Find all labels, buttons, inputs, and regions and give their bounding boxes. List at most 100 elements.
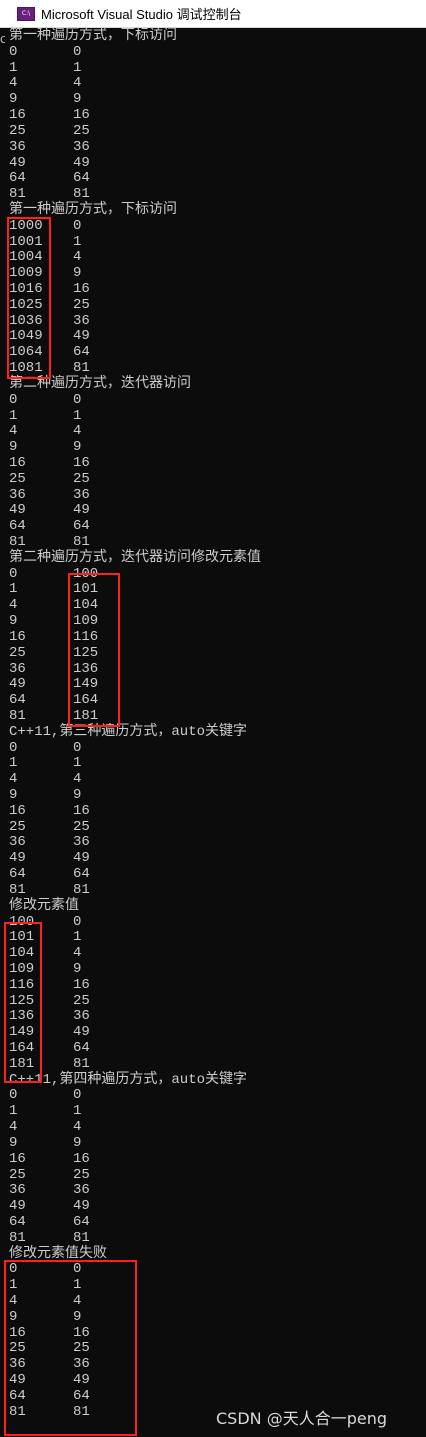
- value-col-2: 25: [73, 122, 90, 139]
- highlight-box: [7, 217, 51, 379]
- value-col-1: 1: [9, 1103, 18, 1120]
- output-row: 25 25: [9, 818, 419, 836]
- value-col-1: 0: [9, 43, 18, 60]
- value-col-1: 49: [9, 850, 26, 867]
- value-col-2: 36: [73, 1182, 90, 1199]
- output-row: 11: [9, 1103, 419, 1120]
- value-col-2: 25: [73, 818, 90, 835]
- output-row: 81 81: [9, 882, 419, 899]
- output-row: 11: [9, 756, 419, 772]
- output-row: 00: [9, 1088, 419, 1104]
- output-row: 11: [9, 408, 419, 425]
- title-bar[interactable]: C:\ Microsoft Visual Studio 调试控制台: [0, 0, 426, 28]
- value-col-1: 16: [9, 107, 26, 124]
- highlight-box: [4, 922, 42, 1083]
- cursor-icon: C: [0, 36, 5, 46]
- value-col-1: 4: [9, 597, 18, 614]
- output-row: 49 49: [9, 1198, 419, 1215]
- output-row: 44: [9, 771, 419, 788]
- section-header: 第二种遍历方式，迭代器访问: [9, 375, 191, 392]
- section-header: 第二种遍历方式，迭代器访问修改元素值: [9, 549, 261, 566]
- value-col-1: 64: [9, 518, 26, 535]
- output-row: 64 64: [9, 866, 419, 883]
- output-row: 44: [9, 76, 419, 92]
- value-col-2: 16: [73, 454, 90, 471]
- output-row: 116 16: [9, 976, 419, 994]
- output-row: 64 64: [9, 170, 419, 187]
- value-col-1: 36: [9, 660, 26, 677]
- value-col-2: 1: [73, 233, 82, 250]
- output-row: 00: [9, 391, 419, 409]
- value-col-2: 49: [73, 328, 90, 345]
- value-col-2: 9: [73, 960, 82, 977]
- output-row: 1049 49: [9, 329, 419, 345]
- value-col-1: 49: [9, 502, 26, 519]
- value-col-2: 0: [73, 43, 82, 60]
- value-col-1: 36: [9, 138, 26, 155]
- output-row: 49 49: [9, 503, 419, 519]
- value-col-2: 4: [73, 423, 82, 440]
- window-title: Microsoft Visual Studio 调试控制台: [41, 7, 242, 22]
- value-col-2: 4: [73, 249, 82, 266]
- output-row: 36 36: [9, 486, 419, 504]
- csdn-watermark: CSDN @天人合一peng: [216, 1409, 388, 1428]
- output-row: 36 36: [9, 138, 419, 156]
- value-col-1: 16: [9, 628, 26, 645]
- value-col-2: 0: [73, 217, 82, 234]
- value-col-2: 16: [73, 802, 90, 819]
- output-row: 1009 9: [9, 265, 419, 282]
- output-row: 16 16: [9, 454, 419, 472]
- output-row: 16 16: [9, 802, 419, 820]
- value-col-1: 16: [9, 802, 26, 819]
- output-row: 1016 16: [9, 281, 419, 298]
- output-row: 64 64: [9, 1214, 419, 1231]
- value-col-2: 0: [73, 913, 82, 930]
- value-col-2: 9: [73, 787, 82, 803]
- value-col-1: 36: [9, 1182, 26, 1199]
- value-col-2: 16: [73, 976, 90, 993]
- value-col-2: 36: [73, 1008, 90, 1025]
- output-row: 99: [9, 439, 419, 456]
- value-col-1: 49: [9, 676, 26, 693]
- value-col-2: 64: [73, 518, 90, 535]
- value-col-2: 9: [73, 91, 82, 108]
- value-col-2: 36: [73, 486, 90, 503]
- output-row: 49 49: [9, 155, 419, 172]
- value-col-1: 1: [9, 755, 18, 772]
- value-col-2: 64: [73, 344, 90, 361]
- value-col-2: 0: [73, 739, 82, 756]
- section-header: 第一种遍历方式，下标访问: [9, 28, 177, 44]
- value-col-2: 25: [73, 296, 90, 313]
- value-col-1: 81: [9, 186, 26, 203]
- output-row: 25 25: [9, 471, 419, 488]
- output-row: 181 81: [9, 1056, 419, 1073]
- value-col-2: 49: [73, 850, 90, 867]
- value-col-1: 25: [9, 122, 26, 139]
- value-col-1: 81: [9, 1229, 26, 1246]
- value-col-1: 81: [9, 707, 26, 724]
- value-col-1: 25: [9, 1166, 26, 1183]
- value-col-2: 81: [73, 360, 90, 377]
- output-row: 11: [9, 60, 419, 77]
- value-col-2: 49: [73, 502, 90, 519]
- value-col-2: 81: [73, 186, 90, 203]
- value-col-1: 0: [9, 391, 18, 408]
- output-row: 44: [9, 1119, 419, 1136]
- value-col-2: 81: [73, 534, 90, 550]
- value-col-2: 16: [73, 281, 90, 297]
- value-col-2: 64: [73, 170, 90, 187]
- output-row: 99: [9, 1135, 419, 1152]
- value-col-1: 25: [9, 644, 26, 661]
- value-col-2: 25: [73, 1166, 90, 1183]
- value-col-2: 0: [73, 1087, 82, 1104]
- output-row: 136 36: [9, 1009, 419, 1025]
- value-col-2: 36: [73, 834, 90, 851]
- output-row: 1064 64: [9, 344, 419, 361]
- value-col-1: 64: [9, 170, 26, 187]
- output-row: 81 81: [9, 1229, 419, 1247]
- output-row: 1025 25: [9, 296, 419, 314]
- visual-studio-icon: C:\: [17, 6, 35, 21]
- value-col-1: 9: [9, 91, 18, 108]
- highlight-box: [4, 1260, 137, 1436]
- section-header: 修改元素值: [9, 897, 79, 914]
